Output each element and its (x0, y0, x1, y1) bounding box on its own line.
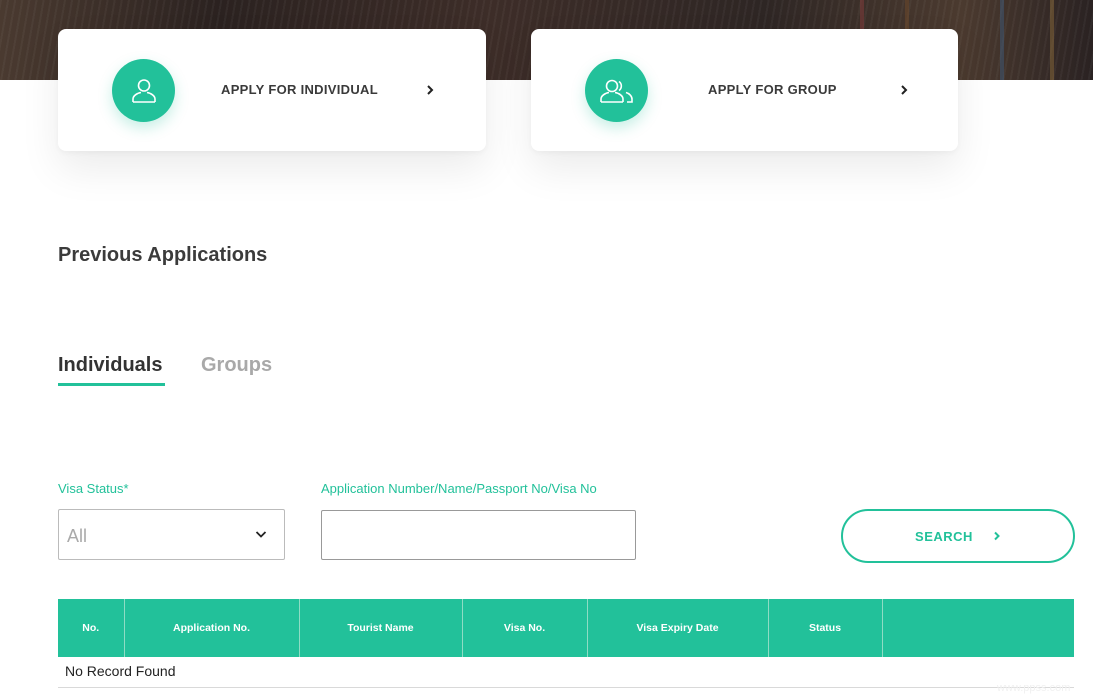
table-row: No Record Found (58, 657, 1074, 688)
hero-pattern (1000, 0, 1004, 80)
apply-individual-card[interactable]: APPLY FOR INDIVIDUAL (58, 29, 486, 151)
apply-group-card[interactable]: APPLY FOR GROUP (531, 29, 958, 151)
tab-individuals[interactable]: Individuals (58, 354, 162, 377)
column-header-visa-expiry-date: Visa Expiry Date (587, 599, 769, 657)
application-search-input[interactable] (321, 510, 636, 560)
no-record-message: No Record Found (58, 657, 1074, 688)
chevron-right-icon (994, 531, 1000, 541)
apply-group-label: APPLY FOR GROUP (708, 82, 837, 97)
search-field-label: Application Number/Name/Passport No/Visa… (321, 481, 597, 496)
active-tab-indicator (58, 383, 165, 386)
chevron-down-icon (255, 531, 267, 538)
applications-table: No. Application No. Tourist Name Visa No… (58, 599, 1074, 688)
visa-status-value: All (67, 526, 88, 546)
chevron-right-icon (901, 85, 908, 95)
watermark: www.ppss.com (997, 682, 1071, 694)
column-header-application-no: Application No. (124, 599, 300, 657)
visa-status-label: Visa Status* (58, 481, 129, 496)
column-header-actions (882, 599, 1074, 657)
chevron-right-icon (427, 85, 434, 95)
apply-individual-label: APPLY FOR INDIVIDUAL (221, 82, 378, 97)
users-icon (585, 59, 648, 122)
table-header-row: No. Application No. Tourist Name Visa No… (58, 599, 1074, 657)
hero-pattern (1050, 0, 1054, 80)
search-button-label: SEARCH (915, 528, 973, 544)
column-header-tourist-name: Tourist Name (299, 599, 463, 657)
column-header-status: Status (768, 599, 883, 657)
visa-status-select[interactable]: All (58, 509, 285, 560)
tab-groups[interactable]: Groups (201, 354, 272, 377)
search-button[interactable]: SEARCH (841, 509, 1075, 563)
column-header-no: No. (58, 599, 125, 657)
user-icon (112, 59, 175, 122)
section-title: Previous Applications (58, 244, 268, 266)
column-header-visa-no: Visa No. (462, 599, 588, 657)
